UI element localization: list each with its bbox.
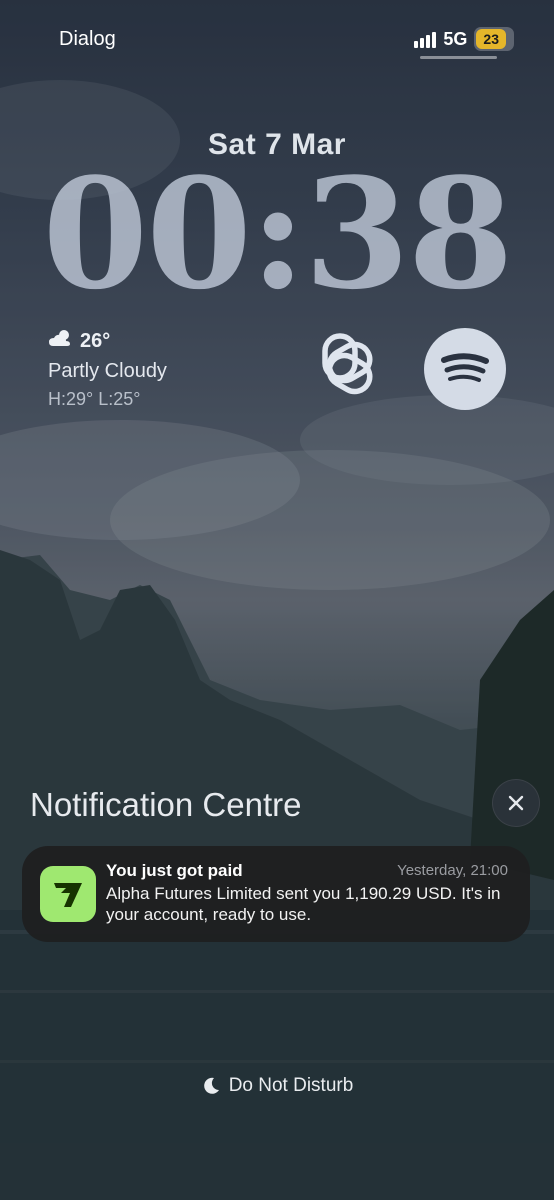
chatgpt-icon bbox=[322, 333, 373, 395]
clear-notifications-button[interactable] bbox=[492, 779, 540, 827]
focus-mode-label: Do Not Disturb bbox=[228, 1075, 354, 1096]
notification-centre-title: Notification Centre bbox=[30, 786, 302, 823]
notification-time: Yesterday, 21:00 bbox=[397, 862, 508, 879]
carrier-label: Dialog bbox=[59, 28, 116, 50]
battery-icon: 23 bbox=[474, 27, 514, 51]
spotify-widget[interactable] bbox=[424, 328, 506, 410]
status-indicators: 5G 23 bbox=[414, 27, 514, 51]
notification-card[interactable]: You just got paid Yesterday, 21:00 Alpha… bbox=[22, 846, 530, 942]
chatgpt-widget[interactable] bbox=[298, 326, 382, 410]
signal-bars-icon bbox=[414, 30, 437, 48]
focus-mode-indicator[interactable]: Do Not Disturb bbox=[0, 1075, 554, 1097]
network-type: 5G bbox=[443, 28, 468, 49]
weather-high-low: H:29° L:25° bbox=[48, 389, 141, 409]
battery-level: 23 bbox=[476, 29, 506, 49]
notification-body: Alpha Futures Limited sent you 1,190.29 … bbox=[106, 884, 501, 924]
moon-icon bbox=[203, 1077, 219, 1094]
close-icon bbox=[508, 795, 524, 811]
weather-condition: Partly Cloudy bbox=[48, 360, 167, 382]
partly-cloudy-icon bbox=[48, 328, 74, 354]
wise-app-icon bbox=[40, 866, 96, 922]
weather-temperature: 26° bbox=[80, 329, 111, 352]
lock-clock: 00:38 bbox=[42, 144, 513, 323]
spotify-icon bbox=[441, 353, 489, 382]
weather-widget[interactable]: 26° Partly Cloudy H:29° L:25° bbox=[48, 328, 167, 410]
notification-title: You just got paid bbox=[106, 861, 243, 880]
control-centre-handle[interactable] bbox=[420, 56, 497, 59]
